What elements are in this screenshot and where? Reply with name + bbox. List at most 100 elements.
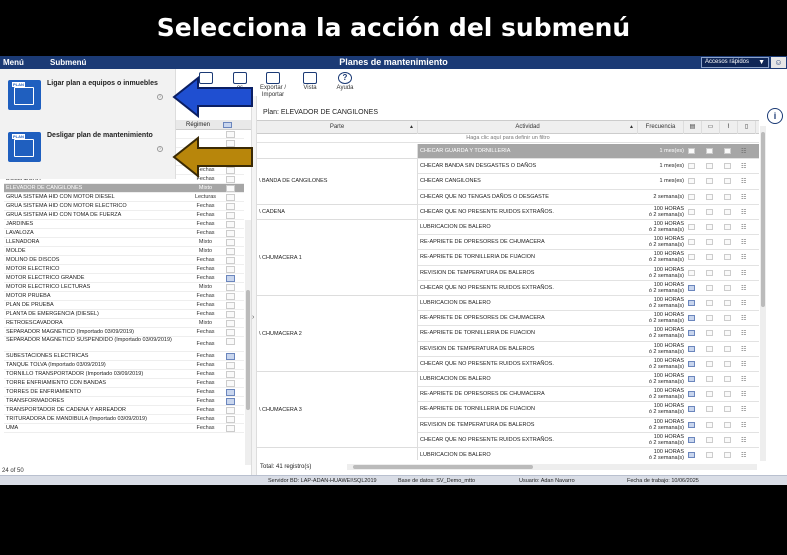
- row-checkbox[interactable]: [688, 193, 695, 200]
- plans-list-scroll-thumb[interactable]: [246, 290, 250, 410]
- row-checkbox[interactable]: [724, 284, 731, 291]
- activity-row[interactable]: CHECAR QUE NO TENGAS DAÑOS O DESGASTE 2 s…: [418, 190, 759, 205]
- activity-row[interactable]: CHECAR QUE NO PRESENTE RUIDOS EXTRAÑOS. 1…: [418, 205, 759, 220]
- row-checkbox[interactable]: [724, 148, 731, 155]
- plan-checkbox[interactable]: [226, 398, 235, 405]
- plan-checkbox[interactable]: [226, 185, 235, 192]
- plan-checkbox[interactable]: [226, 257, 235, 264]
- row-checkbox[interactable]: [724, 452, 731, 459]
- plan-list-item[interactable]: JARDINES Fechas: [4, 220, 244, 229]
- row-checkbox[interactable]: [706, 148, 713, 155]
- row-checkbox[interactable]: [724, 193, 731, 200]
- row-checkbox[interactable]: [724, 300, 731, 307]
- row-checkbox[interactable]: [724, 178, 731, 185]
- plan-list-item[interactable]: TRANSFORMADORES Fechas: [4, 397, 244, 406]
- part-cell[interactable]: \ CHUMACERA 1: [257, 220, 418, 296]
- activity-row[interactable]: LUBRICACION DE BALERO 100 HORAS ó 2 semana…: [418, 296, 759, 312]
- row-checkbox[interactable]: [724, 360, 731, 367]
- plan-list-item[interactable]: TORRES DE ENFRIAMIENTO Fechas: [4, 388, 244, 397]
- row-checkbox[interactable]: [706, 208, 713, 215]
- plan-list-item[interactable]: SUBESTACIONES ELECTRICAS Fechas: [4, 352, 244, 361]
- details-icon[interactable]: ☷: [741, 194, 746, 201]
- details-icon[interactable]: ☷: [741, 361, 746, 368]
- plan-list-item[interactable]: ELEVADOR DE CANGILONES Mixto: [4, 184, 244, 193]
- filter-hint[interactable]: Haga clic aquí para definir un filtro: [257, 134, 759, 143]
- activity-row[interactable]: RE-APRIETE DE OPRESORES DE CHUMACERA 100 …: [418, 311, 759, 327]
- plan-checkbox[interactable]: [226, 230, 235, 237]
- row-checkbox[interactable]: [724, 269, 731, 276]
- activity-row[interactable]: RE-APRIETE DE TORNILLERIA DE FIJACION 100…: [418, 402, 759, 418]
- row-checkbox[interactable]: [688, 208, 695, 215]
- plan-checkbox[interactable]: [226, 275, 235, 282]
- help-icon[interactable]: ?: [157, 94, 163, 100]
- details-icon[interactable]: ☷: [741, 330, 746, 337]
- row-checkbox[interactable]: [724, 376, 731, 383]
- plan-list-item[interactable]: MOLINO DE DISCOS Fechas: [4, 256, 244, 265]
- row-checkbox[interactable]: [724, 406, 731, 413]
- activity-row[interactable]: CHECAR BANDA SIN DESGASTES O DAÑOS 1 mes(…: [418, 159, 759, 175]
- activity-row[interactable]: LUBRICACION DE BALERO 100 HORAS ó 2 semana…: [418, 448, 759, 460]
- activity-row[interactable]: RE-APRIETE DE OPRESORES DE CHUMACERA 100 …: [418, 235, 759, 251]
- plan-list-item[interactable]: GRUA SISTEMA HID CON TOMA DE FUERZA Fecha…: [4, 211, 244, 220]
- row-checkbox[interactable]: [688, 452, 695, 459]
- plan-list-item[interactable]: MOTOR PRUEBA Fechas: [4, 292, 244, 301]
- row-checkbox[interactable]: [706, 300, 713, 307]
- plan-list-item[interactable]: PLAN DE PRUEBA Fechas: [4, 301, 244, 310]
- activity-row[interactable]: RE-APRIETE DE TORNILLERIA DE FIJACION 100…: [418, 326, 759, 342]
- activity-row[interactable]: CHECAR QUE NO PRESENTE RUIDOS EXTRAÑOS. 1…: [418, 281, 759, 296]
- row-checkbox[interactable]: [706, 360, 713, 367]
- view-button[interactable]: Vista: [300, 70, 320, 92]
- plan-list-item[interactable]: TRANSPORTADOR DE CADENA Y ARREADOR Fechas: [4, 406, 244, 415]
- row-checkbox[interactable]: [724, 345, 731, 352]
- details-icon[interactable]: ☷: [741, 163, 746, 170]
- row-checkbox[interactable]: [688, 436, 695, 443]
- details-icon[interactable]: ☷: [741, 437, 746, 444]
- plan-list-item[interactable]: SEPARADOR MAGNETICO SUSPENDIDO (Importad…: [4, 337, 244, 352]
- row-checkbox[interactable]: [688, 421, 695, 428]
- row-checkbox[interactable]: [688, 391, 695, 398]
- plan-list-item[interactable]: GRUA SISTEMA HID CON MOTOR ELECTRICO Fech…: [4, 202, 244, 211]
- plan-list-item[interactable]: MOTOR ELECTRICO Fechas: [4, 265, 244, 274]
- row-checkbox[interactable]: [706, 345, 713, 352]
- help-icon[interactable]: ?: [157, 146, 163, 152]
- plan-checkbox[interactable]: [226, 212, 235, 219]
- row-checkbox[interactable]: [688, 148, 695, 155]
- col-card-icon[interactable]: ▭: [702, 121, 720, 134]
- grid-scrollbar[interactable]: [760, 126, 766, 461]
- row-checkbox[interactable]: [724, 315, 731, 322]
- details-icon[interactable]: ☷: [741, 346, 746, 353]
- col-doc-icon[interactable]: ▯: [738, 121, 756, 134]
- plan-list-item[interactable]: GRUA SISTEMA HID CON MOTOR DIESEL Lectura…: [4, 193, 244, 202]
- details-icon[interactable]: ☷: [741, 391, 746, 398]
- plan-list-item[interactable]: RETROESCAVADORA Mixto: [4, 319, 244, 328]
- row-checkbox[interactable]: [688, 224, 695, 231]
- part-cell[interactable]: \ CHUMACERA 2: [257, 296, 418, 372]
- col-part[interactable]: Parte ▲: [257, 121, 418, 134]
- row-checkbox[interactable]: [724, 330, 731, 337]
- row-checkbox[interactable]: [688, 163, 695, 170]
- link-plan-action[interactable]: PLAN Ligar plan a equipos o inmuebles ?: [6, 80, 171, 126]
- row-checkbox[interactable]: [724, 436, 731, 443]
- row-checkbox[interactable]: [688, 406, 695, 413]
- plan-checkbox[interactable]: [226, 320, 235, 327]
- activity-row[interactable]: RE-APRIETE DE OPRESORES DE CHUMACERA 100 …: [418, 387, 759, 403]
- details-icon[interactable]: ☷: [741, 406, 746, 413]
- row-checkbox[interactable]: [688, 330, 695, 337]
- activity-row[interactable]: CHECAR CANGILONES 1 mes(es) ☷: [418, 174, 759, 190]
- row-checkbox[interactable]: [724, 163, 731, 170]
- part-cell[interactable]: \ CADENA: [257, 204, 418, 220]
- plan-list-item[interactable]: TRITURADORA DE MANDIBULA (Importado 03/0…: [4, 415, 244, 424]
- row-checkbox[interactable]: [706, 178, 713, 185]
- plan-checkbox[interactable]: [226, 203, 235, 210]
- plan-list-item[interactable]: LLENADORA Mixto: [4, 238, 244, 247]
- row-checkbox[interactable]: [688, 269, 695, 276]
- plan-list-item[interactable]: TORNILLO TRANSPORTADOR (Importado 03/09/…: [4, 370, 244, 379]
- activity-row[interactable]: CHECAR QUE NO PRESENTE RUIDOS EXTRAÑOS. 1…: [418, 433, 759, 448]
- row-checkbox[interactable]: [706, 421, 713, 428]
- plan-checkbox[interactable]: [226, 353, 235, 360]
- plan-checkbox[interactable]: [226, 371, 235, 378]
- activity-row[interactable]: REVISION DE TEMPERATURA DE BALEROS 100 HO…: [418, 266, 759, 281]
- details-icon[interactable]: ☷: [741, 224, 746, 231]
- row-checkbox[interactable]: [688, 300, 695, 307]
- grid-hscrollbar[interactable]: [347, 464, 757, 470]
